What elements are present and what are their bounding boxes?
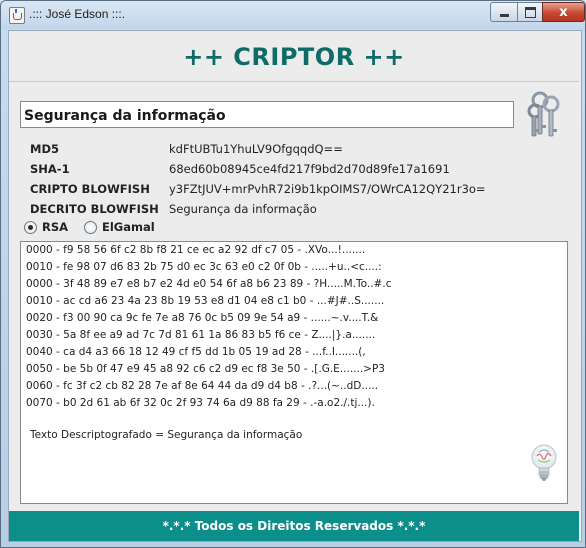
output-text-area[interactable]: 0000 - f9 58 56 6f c2 8b f8 21 ce ec a2 … — [20, 241, 568, 504]
md5-label: MD5 — [30, 142, 59, 156]
minimize-button[interactable] — [490, 2, 518, 22]
elgamal-radio[interactable]: ElGamal — [84, 220, 155, 234]
sha1-label: SHA-1 — [30, 162, 70, 176]
lightbulb-icon[interactable] — [529, 442, 559, 488]
decrypted-text-line: Texto Descriptografado = Segurança da in… — [30, 429, 303, 441]
footer-bar: *.*.* Todos os Direitos Reservados *.*.* — [9, 511, 579, 541]
cripto-blowfish-value: y3FZtJUV+mrPvhR72i9b1kpOIMS7/OWrCA12QY21… — [169, 182, 486, 196]
footer-text: *.*.* Todos os Direitos Reservados *.*.* — [162, 519, 426, 533]
app-window: .::: José Edson :::. x ++ CRIPTOR ++ Seg… — [0, 0, 586, 548]
cripto-blowfish-label: CRIPTO BLOWFISH — [30, 182, 150, 196]
decrito-blowfish-label: DECRITO BLOWFISH — [30, 202, 159, 216]
hex-dump-line: 0000 - f9 58 56 6f c2 8b f8 21 ce ec a2 … — [26, 244, 366, 256]
java-cup-icon[interactable] — [9, 7, 25, 24]
hex-dump-line: 0010 - fe 98 07 d6 83 2b 75 d0 ec 3c 63 … — [26, 261, 382, 273]
rsa-radio-label: RSA — [42, 220, 69, 234]
content-panel: ++ CRIPTOR ++ Segurança da informação MD… — [8, 30, 582, 542]
maximize-button[interactable] — [517, 2, 544, 22]
hex-dump-line: 0010 - ac cd a6 23 4a 23 8b 19 53 e8 d1 … — [26, 295, 385, 307]
hex-dump-line: 0000 - 3f 48 89 e7 e8 b7 e2 4d e0 54 6f … — [26, 278, 392, 290]
hex-dump-line: 0060 - fc 3f c2 cb 82 28 7e af 8e 64 44 … — [26, 380, 379, 392]
sha1-value: 68ed60b08945ce4fd217f9bd2d70d89fe17a1691 — [169, 162, 450, 176]
title-bar[interactable]: .::: José Edson :::. x — [1, 1, 585, 29]
window-title: .::: José Edson :::. — [29, 7, 126, 21]
hex-dump-line: 0030 - 5a 8f ee a9 ad 7c 7d 81 61 1a 86 … — [26, 329, 376, 341]
minimize-icon — [499, 13, 509, 17]
hex-dump-line: 0020 - f3 00 90 ca 9c fe 7e a8 76 0c b5 … — [26, 312, 379, 324]
maximize-icon — [525, 6, 536, 18]
radio-selected-icon — [24, 220, 37, 234]
radio-unselected-icon — [84, 220, 97, 234]
plaintext-input[interactable]: Segurança da informação — [20, 101, 514, 128]
md5-value: kdFtUBTu1YhuLV9OfgqqdQ== — [169, 142, 343, 156]
decrito-blowfish-value: Segurança da informação — [169, 202, 317, 216]
hex-dump-line: 0050 - be 5b 0f 47 e9 45 a8 92 c6 c2 d9 … — [26, 363, 385, 375]
rsa-radio[interactable]: RSA — [24, 220, 68, 234]
keys-icon[interactable] — [525, 91, 565, 141]
hex-dump-line: 0070 - b0 2d 61 ab 6f 32 0c 2f 93 74 6a … — [26, 397, 375, 409]
close-icon: x — [559, 4, 568, 20]
elgamal-radio-label: ElGamal — [102, 220, 155, 234]
header-panel: ++ CRIPTOR ++ — [9, 31, 579, 82]
close-button[interactable]: x — [542, 2, 585, 22]
app-header-title: ++ CRIPTOR ++ — [183, 43, 405, 71]
hex-dump-line: 0040 - ca d4 a3 66 18 12 49 cf f5 dd 1b … — [26, 346, 366, 358]
